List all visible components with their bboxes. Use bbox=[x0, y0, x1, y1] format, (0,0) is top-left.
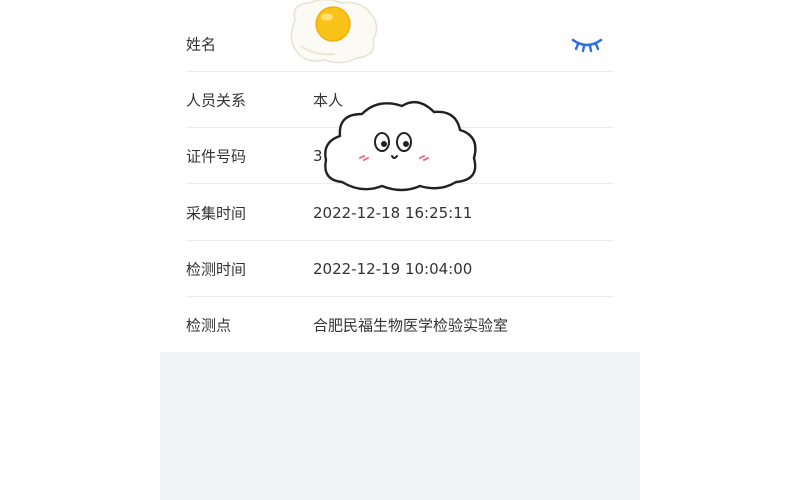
test-time-label: 检测时间 bbox=[186, 260, 247, 279]
test-time-value: 2022-12-19 10:04:00 bbox=[313, 260, 473, 278]
cloud-face-sticker bbox=[324, 100, 477, 192]
eye-closed-icon[interactable] bbox=[570, 35, 604, 53]
fried-egg-sticker bbox=[290, 0, 378, 64]
test-site-label: 检测点 bbox=[186, 316, 232, 335]
row-test-site: 检测点 合肥民福生物医学检验实验室 bbox=[160, 297, 640, 353]
lower-blank-area bbox=[160, 352, 640, 500]
name-label: 姓名 bbox=[186, 35, 217, 54]
collection-time-value: 2022-12-18 16:25:11 bbox=[313, 204, 473, 222]
test-site-value: 合肥民福生物医学检验实验室 bbox=[313, 316, 509, 335]
collection-time-label: 采集时间 bbox=[186, 204, 247, 223]
id-number-label: 证件号码 bbox=[186, 147, 247, 166]
row-name: 姓名 bbox=[160, 16, 640, 72]
row-test-time: 检测时间 2022-12-19 10:04:00 bbox=[160, 241, 640, 297]
relationship-label: 人员关系 bbox=[186, 91, 247, 110]
